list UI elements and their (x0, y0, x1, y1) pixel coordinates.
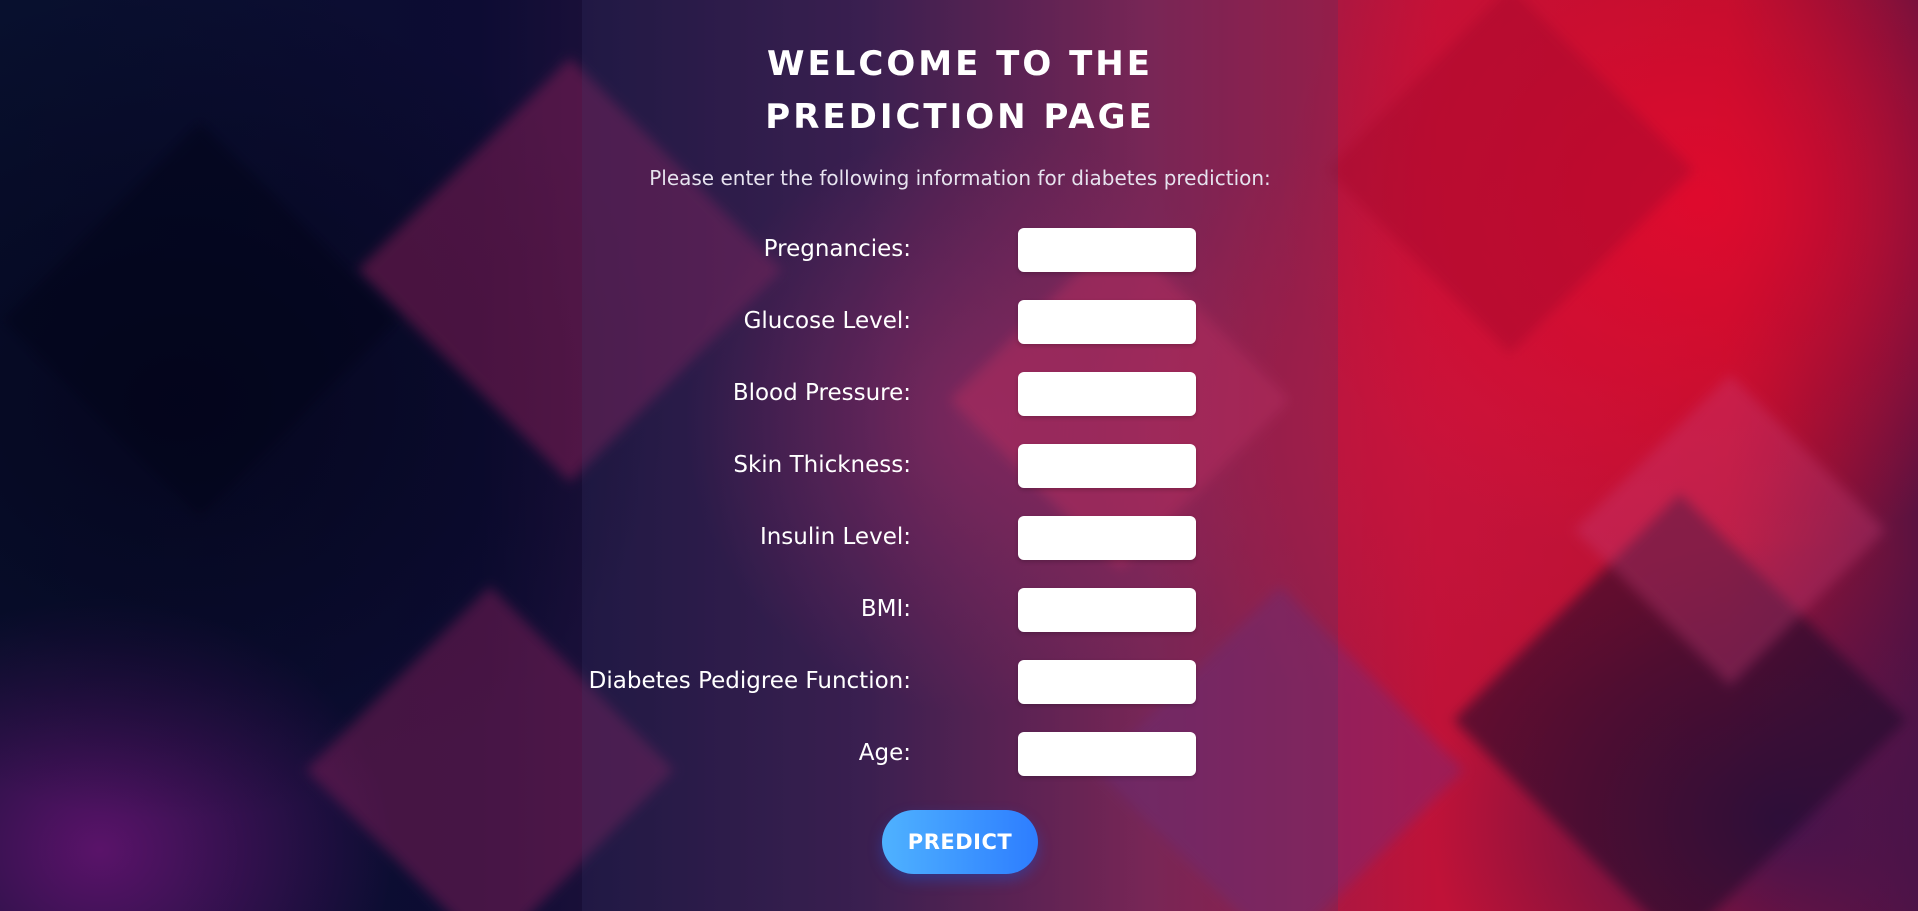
diabetes-pedigree-function-label: Diabetes Pedigree Function: (588, 668, 911, 694)
prediction-form: Pregnancies: Glucose Level: Blood Pressu… (582, 228, 1338, 804)
glucose-level-input[interactable] (1018, 300, 1196, 344)
form-row-pregnancies: Pregnancies: (582, 228, 1338, 300)
form-row-glucose: Glucose Level: (582, 300, 1338, 372)
page-title: WELCOME TO THE PREDICTION PAGE (765, 44, 1155, 137)
form-row-bmi: BMI: (582, 588, 1338, 660)
age-label: Age: (858, 740, 911, 766)
bmi-label: BMI: (860, 596, 911, 622)
bmi-input[interactable] (1018, 588, 1196, 632)
page-subtitle: Please enter the following information f… (649, 166, 1271, 190)
pregnancies-label: Pregnancies: (763, 236, 911, 262)
skin-thickness-input[interactable] (1018, 444, 1196, 488)
prediction-content: WELCOME TO THE PREDICTION PAGE Please en… (582, 0, 1338, 911)
insulin-level-label: Insulin Level: (759, 524, 911, 550)
diabetes-pedigree-function-input[interactable] (1018, 660, 1196, 704)
age-input[interactable] (1018, 732, 1196, 776)
insulin-level-input[interactable] (1018, 516, 1196, 560)
predict-button[interactable]: PREDICT (882, 810, 1038, 874)
form-row-blood-pressure: Blood Pressure: (582, 372, 1338, 444)
skin-thickness-label: Skin Thickness: (733, 452, 911, 478)
form-row-pedigree: Diabetes Pedigree Function: (582, 660, 1338, 732)
form-row-age: Age: (582, 732, 1338, 804)
blood-pressure-input[interactable] (1018, 372, 1196, 416)
pregnancies-input[interactable] (1018, 228, 1196, 272)
prediction-page: WELCOME TO THE PREDICTION PAGE Please en… (0, 0, 1918, 911)
blood-pressure-label: Blood Pressure: (732, 380, 911, 406)
form-row-skin-thickness: Skin Thickness: (582, 444, 1338, 516)
form-row-insulin: Insulin Level: (582, 516, 1338, 588)
glucose-level-label: Glucose Level: (743, 308, 911, 334)
